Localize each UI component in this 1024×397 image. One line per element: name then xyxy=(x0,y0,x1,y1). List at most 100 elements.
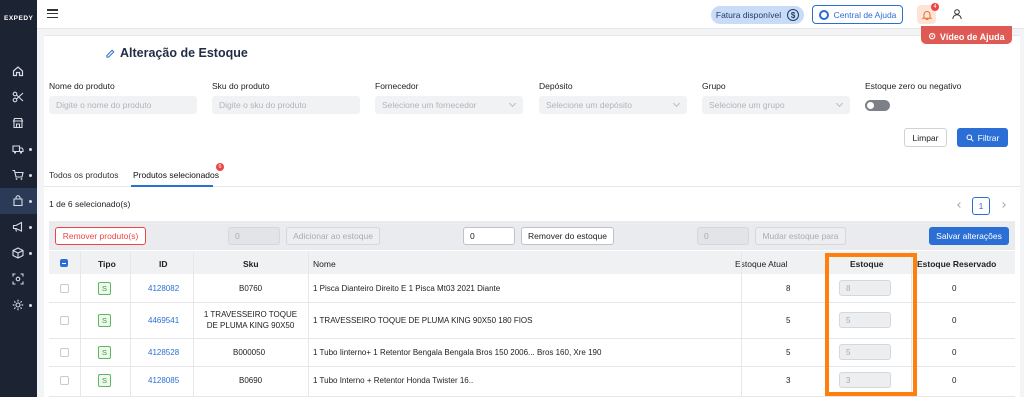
filter-label: Filtrar xyxy=(977,132,1000,143)
tab-selected-products[interactable]: Produtos selecionados xyxy=(133,170,219,180)
supplier-select[interactable]: Selecione um fornecedor xyxy=(375,96,523,114)
sidebar-item-inventory[interactable] xyxy=(0,240,37,266)
notifications-badge: 4 xyxy=(931,3,939,11)
row-checkbox[interactable] xyxy=(60,376,69,385)
set-stock-button[interactable]: Mudar estoque para xyxy=(755,227,846,245)
supplier-placeholder: Selecione um fornecedor xyxy=(382,100,477,110)
product-id-link[interactable]: 4128528 xyxy=(148,348,179,357)
expand-dot xyxy=(29,147,32,151)
selected-count-badge: 6 xyxy=(216,163,224,171)
simple-product-tag: S xyxy=(98,374,111,387)
group-label: Grupo xyxy=(702,81,726,91)
sku-input[interactable]: Digite o sku do produto xyxy=(212,96,360,114)
sidebar-item-store[interactable] xyxy=(0,110,37,136)
add-stock-button[interactable]: Adicionar ao estoque xyxy=(286,227,380,245)
sku-label: Sku do produto xyxy=(212,81,270,91)
select-all-checkbox[interactable] xyxy=(60,259,68,267)
current-stock: 5 xyxy=(786,316,791,325)
remove-stock-input[interactable]: 0 xyxy=(463,227,515,245)
filter-button[interactable]: Filtrar xyxy=(957,128,1008,147)
sidebar-item-scan[interactable] xyxy=(0,266,37,292)
col-header-sku: Sku xyxy=(243,259,259,269)
product-name: 1 Pisca Dianteiro Direito E 1 Pisca Mt03… xyxy=(313,284,501,293)
sidebar-item-cart[interactable] xyxy=(0,162,37,188)
simple-product-tag: S xyxy=(98,282,111,295)
sidebar-item-home[interactable] xyxy=(0,58,37,84)
row-checkbox[interactable] xyxy=(60,348,69,357)
play-icon: ⊙ xyxy=(928,31,936,41)
selection-count: 1 de 6 selecionado(s) xyxy=(49,199,131,209)
save-changes-button[interactable]: Salvar alterações xyxy=(929,227,1009,245)
tab-all-products[interactable]: Todos os produtos xyxy=(49,170,118,180)
product-name-label: Nome do produto xyxy=(49,81,115,91)
sidebar-item-marketing[interactable] xyxy=(0,214,37,240)
help-video-label: Vídeo de Ajuda xyxy=(939,32,1005,42)
group-select[interactable]: Selecione um grupo xyxy=(702,96,850,114)
search-icon xyxy=(966,134,974,142)
chevron-down-icon xyxy=(508,99,517,108)
sidebar-item-shipping[interactable] xyxy=(0,136,37,162)
truck-icon xyxy=(12,145,24,154)
product-sku: B0690 xyxy=(239,376,263,385)
col-header-tipo: Tipo xyxy=(98,259,116,269)
set-stock-input[interactable]: 0 xyxy=(697,227,749,245)
app-logo: EXPEDY xyxy=(4,15,34,22)
lifebuoy-icon xyxy=(818,9,829,20)
zero-stock-label: Estoque zero ou negativo xyxy=(865,81,962,91)
row-checkbox[interactable] xyxy=(60,316,69,325)
row-checkbox[interactable] xyxy=(60,284,69,293)
remove-products-button[interactable]: Remover produto(s) xyxy=(55,227,146,245)
page-title-text: Alteração de Estoque xyxy=(120,46,248,60)
dollar-icon: $ xyxy=(787,9,800,21)
reserved-stock: 0 xyxy=(952,316,957,325)
chevron-down-icon xyxy=(835,99,844,108)
current-stock: 5 xyxy=(786,348,791,357)
invoice-label: Fatura disponível xyxy=(715,10,782,20)
simple-product-tag: S xyxy=(98,346,111,359)
sidebar-item-products[interactable] xyxy=(0,188,37,214)
product-name: 1 Tubo Interno + Retentor Honda Twister … xyxy=(313,376,474,385)
reserved-stock: 0 xyxy=(952,348,957,357)
product-name: 1 Tubo Iinterno+ 1 Retentor Bengala Beng… xyxy=(313,348,602,357)
product-sku: B000050 xyxy=(233,348,266,357)
invoice-available-button[interactable]: Fatura disponível $ xyxy=(711,6,804,24)
help-center-label: Central de Ajuda xyxy=(833,9,897,20)
product-id-link[interactable]: 4128085 xyxy=(148,376,179,385)
col-header-id: ID xyxy=(159,259,168,269)
remove-stock-button[interactable]: Remover do estoque xyxy=(521,227,614,245)
store-icon xyxy=(12,117,24,129)
box-icon xyxy=(12,247,24,259)
page-number-button[interactable]: 1 xyxy=(972,197,990,215)
reserved-stock: 0 xyxy=(952,284,957,293)
product-id-link[interactable]: 4469541 xyxy=(148,316,179,325)
sidebar-item-settings[interactable] xyxy=(0,292,37,318)
cart-icon xyxy=(12,169,24,180)
sidebar-item-tools[interactable] xyxy=(0,84,37,110)
product-sku: 1 TRAVESSEIRO TOQUE DE PLUMA KING 90X50 xyxy=(203,310,298,330)
scissors-icon xyxy=(12,91,24,103)
current-stock: 8 xyxy=(786,284,791,293)
product-sku: B0760 xyxy=(239,284,263,293)
help-center-button[interactable]: Central de Ajuda xyxy=(812,5,903,24)
reserved-stock: 0 xyxy=(952,376,957,385)
stock-column-highlight xyxy=(825,253,917,396)
page-title: Alteração de Estoque xyxy=(106,46,248,60)
clear-button[interactable]: Limpar xyxy=(904,128,947,147)
zero-stock-toggle[interactable] xyxy=(865,100,890,111)
simple-product-tag: S xyxy=(98,314,111,327)
help-video-button[interactable]: ⊙ Vídeo de Ajuda xyxy=(921,26,1012,44)
warehouse-label: Depósito xyxy=(539,81,573,91)
expand-dot xyxy=(29,303,32,307)
current-stock: 3 xyxy=(786,376,791,385)
product-id-link[interactable]: 4128082 xyxy=(148,284,179,293)
sidebar: EXPEDY xyxy=(0,0,37,397)
expand-dot xyxy=(29,173,32,177)
user-icon[interactable] xyxy=(951,8,963,20)
home-icon xyxy=(12,66,24,77)
warehouse-select[interactable]: Selecione um depósito xyxy=(539,96,687,114)
edit-icon xyxy=(106,49,115,58)
product-name-input[interactable]: Digite o nome do produto xyxy=(49,96,197,114)
menu-toggle-icon[interactable] xyxy=(47,9,58,18)
scan-icon xyxy=(12,273,24,285)
add-stock-input[interactable]: 0 xyxy=(228,227,280,245)
